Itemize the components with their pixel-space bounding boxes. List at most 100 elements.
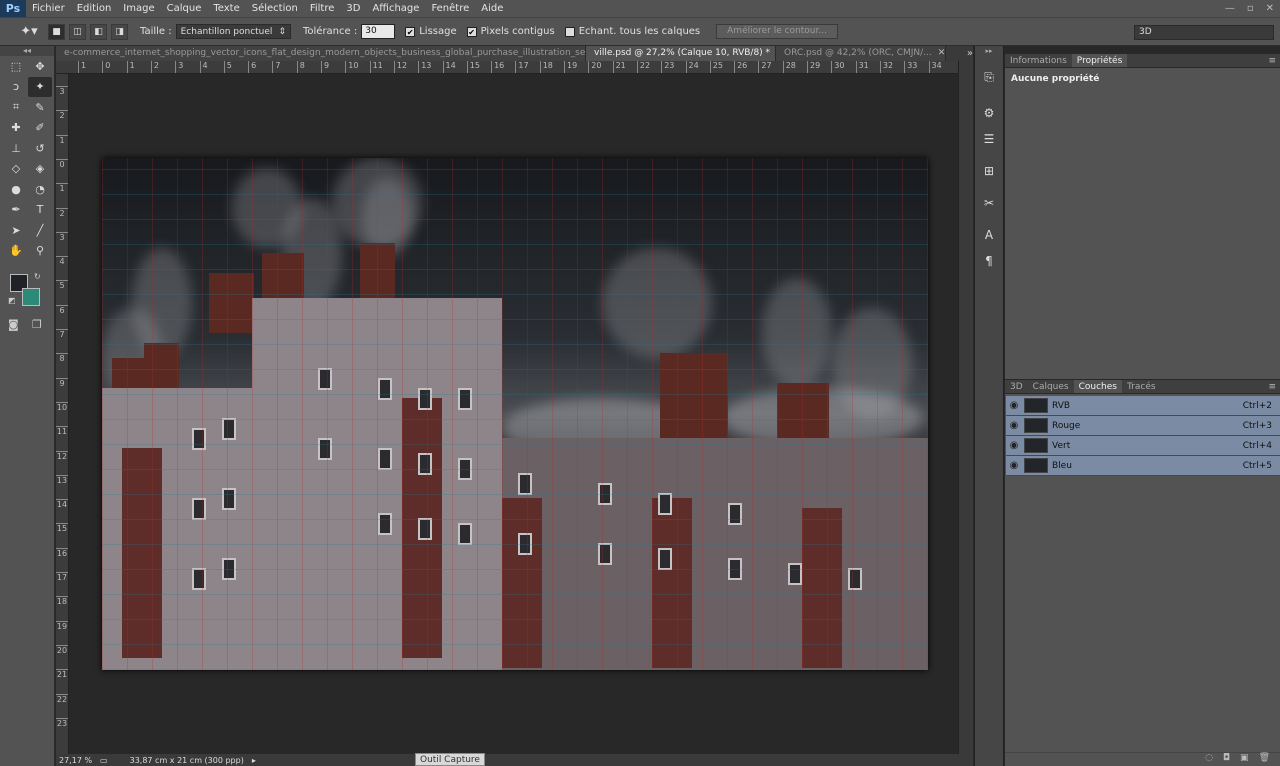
tab-informations[interactable]: Informations bbox=[1005, 54, 1072, 67]
magic-wand-tool-icon[interactable]: ✦ bbox=[28, 76, 52, 97]
line-tool-icon[interactable]: ╱ bbox=[28, 220, 52, 240]
paragraph-panel-icon[interactable]: ¶ bbox=[978, 250, 1000, 272]
ruler-top[interactable]: 1 0 1 2 3 4 5 6 7 8 9 10 11 12 13 14 15 16 17 18 19 20 21 22 23 2… bbox=[56, 61, 958, 74]
tools-presets-panel-icon[interactable]: ✂ bbox=[978, 192, 1000, 214]
workspace-select[interactable]: 3D bbox=[1134, 25, 1274, 40]
channel-shortcut: Ctrl+5 bbox=[1242, 460, 1272, 471]
toolbox-grip-icon[interactable]: ◂◂ bbox=[0, 46, 54, 56]
channel-row-bleu[interactable]: ◉ Bleu Ctrl+5 bbox=[1006, 456, 1280, 476]
ruler-left[interactable]: 3 2 1 0 1 2 3 4 5 6 7 8 9 10 11 12 13 14 15 16 17 18 19 20 21 22 2… bbox=[56, 74, 69, 754]
ruler-tick-label: 9 bbox=[56, 377, 68, 388]
tab-calques[interactable]: Calques bbox=[1028, 380, 1074, 393]
dodge-tool-icon[interactable]: ◔ bbox=[28, 179, 52, 199]
eraser-tool-icon[interactable]: ◇ bbox=[4, 159, 28, 179]
character-panel-icon[interactable]: A bbox=[978, 224, 1000, 246]
ruler-tick-label: 7 bbox=[272, 61, 280, 73]
tab-3d[interactable]: 3D bbox=[1005, 380, 1028, 393]
lasso-tool-icon[interactable]: ↄ bbox=[4, 77, 28, 97]
brush-tool-icon[interactable]: ✐ bbox=[28, 118, 52, 138]
background-color-swatch[interactable] bbox=[22, 288, 40, 306]
swap-colors-icon[interactable]: ↻ bbox=[34, 272, 41, 281]
channel-row-rvb[interactable]: ◉ RVB Ctrl+2 bbox=[1006, 396, 1280, 416]
type-tool-icon[interactable]: T bbox=[28, 200, 52, 220]
history-panel-icon[interactable]: ⎘ bbox=[978, 66, 1000, 88]
load-selection-icon[interactable]: ◌ bbox=[1205, 753, 1213, 766]
screen-mode-icon[interactable]: ❐ bbox=[32, 318, 42, 331]
strip-collapse-icon[interactable]: ▸▸ bbox=[975, 46, 1003, 56]
vertical-scrollbar[interactable] bbox=[958, 61, 973, 754]
crop-tool-icon[interactable]: ⌗ bbox=[4, 97, 28, 117]
refine-edge-button[interactable]: Améliorer le contour... bbox=[716, 24, 838, 39]
save-selection-icon[interactable]: ◘ bbox=[1223, 753, 1230, 766]
eye-icon[interactable]: ◉ bbox=[1006, 400, 1022, 411]
hand-tool-icon[interactable]: ✋ bbox=[4, 241, 28, 261]
menu-filtre[interactable]: Filtre bbox=[304, 0, 341, 17]
menu-image[interactable]: Image bbox=[117, 0, 160, 17]
options-bar: ✦▾ ■ ◫ ◧ ◨ Taille : Echantillon ponctuel… bbox=[0, 17, 1280, 46]
marquee-tool-icon[interactable]: ⬚ bbox=[4, 56, 28, 76]
tabs-overflow-icon[interactable]: » bbox=[946, 46, 973, 61]
size-select[interactable]: Echantillon ponctuel ⇕ bbox=[175, 24, 291, 39]
paint-bucket-tool-icon[interactable]: ◈ bbox=[28, 159, 52, 179]
menu-texte[interactable]: Texte bbox=[207, 0, 245, 17]
move-tool-icon[interactable]: ✥ bbox=[28, 56, 52, 76]
contiguous-checkbox[interactable]: ✔ Pixels contigus bbox=[466, 26, 555, 37]
new-selection-icon[interactable]: ■ bbox=[48, 23, 65, 40]
tab-couches[interactable]: Couches bbox=[1073, 380, 1122, 393]
healing-brush-tool-icon[interactable]: ✚ bbox=[4, 118, 28, 138]
tab-ville[interactable]: ville.psd @ 27,2% (Calque 10, RVB/8) *✕ bbox=[586, 46, 776, 61]
panel-menu-icon[interactable]: ≡ bbox=[1268, 54, 1280, 67]
menu-3d[interactable]: 3D bbox=[340, 0, 366, 17]
add-selection-icon[interactable]: ◫ bbox=[69, 23, 86, 40]
intersect-selection-icon[interactable]: ◨ bbox=[111, 23, 128, 40]
tab-proprietes[interactable]: Propriétés bbox=[1071, 54, 1128, 67]
menu-fenetre[interactable]: Fenêtre bbox=[425, 0, 475, 17]
status-info-icon[interactable]: ▭ bbox=[100, 756, 108, 765]
history-brush-tool-icon[interactable]: ↺ bbox=[28, 138, 52, 158]
menu-affichage[interactable]: Affichage bbox=[366, 0, 425, 17]
tab-orc[interactable]: ORC.psd @ 42,2% (ORC, CMJN/... ✕ bbox=[776, 46, 946, 61]
clone-stamp-tool-icon[interactable]: ⊥ bbox=[4, 138, 28, 158]
path-selection-tool-icon[interactable]: ➤ bbox=[4, 220, 28, 240]
adjustment-panel-icon[interactable]: ⚙ bbox=[978, 102, 1000, 124]
tab-traces[interactable]: Tracés bbox=[1122, 380, 1161, 393]
channel-row-rouge[interactable]: ◉ Rouge Ctrl+3 bbox=[1006, 416, 1280, 436]
lissage-checkbox[interactable]: ✔ Lissage bbox=[405, 26, 457, 37]
blur-tool-icon[interactable]: ● bbox=[4, 179, 28, 199]
magic-wand-tool-preset-icon[interactable]: ✦▾ bbox=[14, 22, 44, 42]
new-channel-icon[interactable]: ▣ bbox=[1240, 753, 1249, 766]
eye-icon[interactable]: ◉ bbox=[1006, 460, 1022, 471]
menu-fichier[interactable]: Fichier bbox=[26, 0, 71, 17]
menu-edition[interactable]: Edition bbox=[71, 0, 118, 17]
document-image[interactable] bbox=[102, 158, 928, 670]
menu-calque[interactable]: Calque bbox=[161, 0, 208, 17]
window-controls: — ▫ ✕ bbox=[1225, 0, 1274, 17]
quick-mask-icon[interactable]: ◙ bbox=[8, 318, 19, 331]
close-icon[interactable]: ✕ bbox=[1266, 0, 1274, 17]
maximize-icon[interactable]: ▫ bbox=[1247, 0, 1254, 17]
tab-ecommerce[interactable]: e-commerce_internet_shopping_vector_icon… bbox=[56, 46, 586, 61]
tolerance-input[interactable]: 30 bbox=[361, 24, 396, 39]
close-icon[interactable]: ✕ bbox=[938, 46, 945, 61]
trash-icon[interactable]: 🗑 bbox=[1259, 753, 1270, 766]
zoom-level[interactable]: 27,17 % bbox=[59, 756, 92, 765]
menu-aide[interactable]: Aide bbox=[475, 0, 509, 17]
eye-icon[interactable]: ◉ bbox=[1006, 440, 1022, 451]
eyedropper-tool-icon[interactable]: ✎ bbox=[28, 97, 52, 117]
default-colors-icon[interactable]: ◩ bbox=[8, 296, 16, 305]
eye-icon[interactable]: ◉ bbox=[1006, 420, 1022, 431]
pen-tool-icon[interactable]: ✒ bbox=[4, 200, 28, 220]
ruler-tick-label: 15 bbox=[466, 61, 480, 73]
ruler-tick-label: 2 bbox=[150, 61, 159, 73]
status-menu-arrow-icon[interactable]: ▸ bbox=[252, 756, 256, 765]
all-layers-checkbox[interactable]: Echant. tous les calques bbox=[564, 26, 700, 37]
ruler-tick-label: 30 bbox=[831, 61, 844, 73]
panel-menu-icon[interactable]: ≡ bbox=[1268, 380, 1280, 393]
menu-selection[interactable]: Sélection bbox=[246, 0, 304, 17]
sliders-panel-icon[interactable]: ☰ bbox=[978, 128, 1000, 150]
minimize-icon[interactable]: — bbox=[1225, 0, 1235, 17]
subtract-selection-icon[interactable]: ◧ bbox=[90, 23, 107, 40]
brush-presets-panel-icon[interactable]: ⊞ bbox=[978, 160, 1000, 182]
zoom-tool-icon[interactable]: ⚲ bbox=[28, 241, 52, 261]
channel-row-vert[interactable]: ◉ Vert Ctrl+4 bbox=[1006, 436, 1280, 456]
